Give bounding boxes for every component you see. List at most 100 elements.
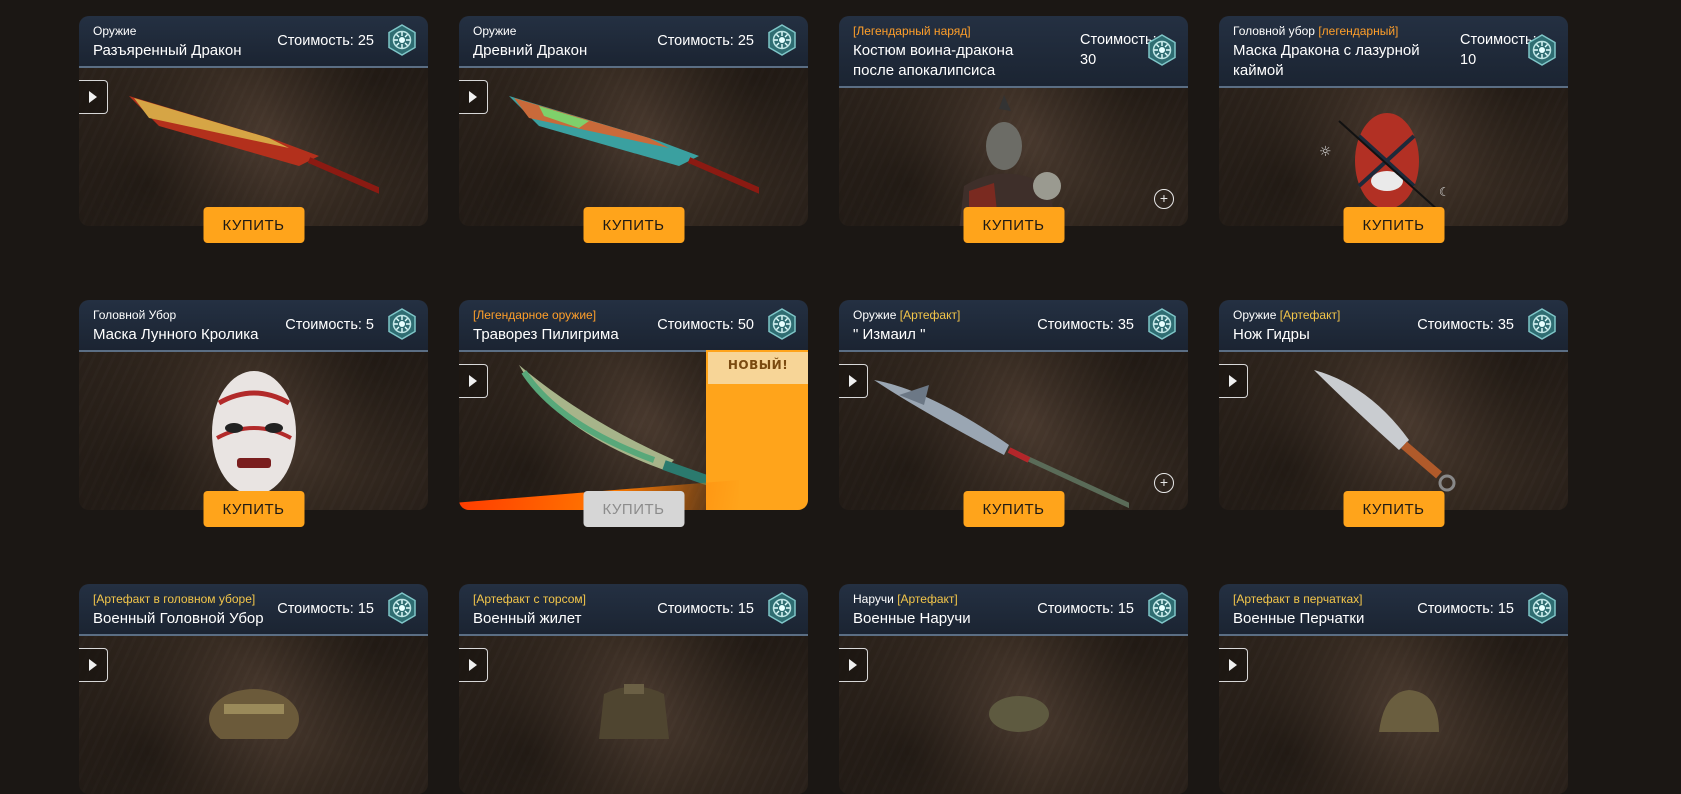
item-category: [Легендарный наряд]: [853, 24, 971, 38]
item-category: Оружие [Артефакт]: [1233, 308, 1340, 322]
item-name: " Измаил ": [853, 326, 926, 343]
item-cost: Стоимость: 25: [277, 33, 374, 49]
currency-emblem-icon: [1146, 34, 1178, 66]
buy-button[interactable]: КУПИТЬ: [1343, 491, 1444, 527]
item-category-label: Оружие: [853, 308, 897, 322]
product-card: [Артефакт с торсом] Военный жилет Стоимо…: [459, 584, 808, 794]
preview-play-button[interactable]: [79, 648, 108, 682]
sword-icon: [129, 96, 379, 194]
item-category: Головной Убор: [93, 308, 177, 322]
item-category-label: Наручи: [853, 592, 894, 606]
item-tag: [Легендарный наряд]: [853, 24, 971, 38]
item-cost: Стоимость: 25: [657, 33, 754, 49]
vest-icon: [599, 684, 669, 739]
currency-emblem-icon: [386, 592, 418, 624]
preview-play-button[interactable]: [459, 648, 488, 682]
card-header: Оружие [Артефакт] Нож Гидры Стоимость: 3…: [1219, 300, 1568, 352]
item-category-label: Головной убор: [1233, 24, 1315, 38]
buy-button[interactable]: КУПИТЬ: [583, 491, 684, 527]
new-badge: НОВЫЙ!: [708, 352, 808, 384]
product-card: Наручи [Артефакт] Военные Наручи Стоимос…: [839, 584, 1188, 794]
item-cost: Стоимость: 15: [277, 601, 374, 617]
buy-button[interactable]: КУПИТЬ: [203, 491, 304, 527]
rabbit-mask-icon: [212, 371, 296, 495]
item-tag: [легендарный]: [1318, 24, 1399, 38]
item-category-label: Оружие: [1233, 308, 1277, 322]
item-name: Военные Наручи: [853, 610, 971, 627]
card-header: [Артефакт с торсом] Военный жилет Стоимо…: [459, 584, 808, 636]
product-card: Оружие [Артефакт] Нож Гидры Стоимость: 3…: [1219, 300, 1568, 527]
card-header: [Артефакт в головном уборе] Военный Голо…: [79, 584, 428, 636]
product-card: Оружие Разъяренный Дракон Стоимость: 25 …: [79, 16, 428, 243]
currency-emblem-icon: [386, 24, 418, 56]
product-card: [Легендарный наряд] Костюм воина-дракона…: [839, 16, 1188, 243]
zoom-in-icon[interactable]: +: [1154, 189, 1174, 209]
item-name: Траворез Пилигрима: [473, 326, 619, 343]
card-header: Оружие Древний Дракон Стоимость: 25: [459, 16, 808, 68]
warrior-outfit-icon: [959, 95, 1061, 226]
item-name: Маска Дракона с лазурной каймой: [1233, 42, 1420, 79]
currency-emblem-icon: [1526, 34, 1558, 66]
gloves-icon: [1379, 690, 1439, 732]
sword-icon: [509, 96, 759, 194]
item-tag: [Артефакт]: [899, 308, 961, 322]
product-card: Головной убор [легендарный] Маска Дракон…: [1219, 16, 1568, 243]
item-tag: [Артефакт]: [897, 592, 958, 606]
zoom-in-icon[interactable]: +: [1154, 473, 1174, 493]
card-header: [Легендарное оружие] Траворез Пилигрима …: [459, 300, 808, 352]
item-name: Военный жилет: [473, 610, 582, 627]
currency-emblem-icon: [1146, 308, 1178, 340]
item-tag: [Артефакт с торсом]: [473, 592, 586, 606]
product-card: Оружие [Артефакт] " Измаил " Стоимость: …: [839, 300, 1188, 527]
item-tag: [Артефакт в перчатках]: [1233, 592, 1363, 606]
item-category: [Артефакт в перчатках]: [1233, 592, 1363, 606]
item-cost: Стоимость: 35: [1417, 317, 1514, 333]
buy-button[interactable]: КУПИТЬ: [1343, 207, 1444, 243]
item-name: Военные Перчатки: [1233, 610, 1365, 627]
item-cost: Стоимость: 50: [657, 317, 754, 333]
card-header: [Легендарный наряд] Костюм воина-дракона…: [839, 16, 1188, 88]
preview-play-button[interactable]: [839, 364, 868, 398]
card-header: Оружие Разъяренный Дракон Стоимость: 25: [79, 16, 428, 68]
item-name: Древний Дракон: [473, 42, 588, 59]
item-tag: [Легендарное оружие]: [473, 308, 597, 322]
svg-text:☼: ☼: [1319, 144, 1332, 160]
card-header: Наручи [Артефакт] Военные Наручи Стоимос…: [839, 584, 1188, 636]
preview-play-button[interactable]: [1219, 648, 1248, 682]
item-tag: [Артефакт]: [1279, 308, 1341, 322]
item-tag: [Артефакт в головном уборе]: [93, 592, 256, 606]
card-header: Головной убор [легендарный] Маска Дракон…: [1219, 16, 1568, 88]
svg-text:☾: ☾: [1439, 185, 1450, 199]
product-card: Головной Убор Маска Лунного Кролика Стои…: [79, 300, 428, 527]
helmet-icon: [209, 689, 299, 739]
preview-play-button[interactable]: [79, 80, 108, 114]
preview-play-button[interactable]: [1219, 364, 1248, 398]
item-category: [Артефакт с торсом]: [473, 592, 586, 606]
item-category: Головной убор [легендарный]: [1233, 24, 1398, 38]
preview-play-button[interactable]: [459, 364, 488, 398]
currency-emblem-icon: [1146, 592, 1178, 624]
preview-play-button[interactable]: [459, 80, 488, 114]
currency-emblem-icon: [766, 24, 798, 56]
card-header: Оружие [Артефакт] " Измаил " Стоимость: …: [839, 300, 1188, 352]
glaive-icon: [874, 380, 1129, 509]
currency-emblem-icon: [1526, 308, 1558, 340]
currency-emblem-icon: [766, 592, 798, 624]
item-category: [Артефакт в головном уборе]: [93, 592, 255, 606]
item-category: [Легендарное оружие]: [473, 308, 596, 322]
buy-button[interactable]: КУПИТЬ: [963, 491, 1064, 527]
item-cost: Стоимость: 35: [1037, 317, 1134, 333]
buy-button[interactable]: КУПИТЬ: [963, 207, 1064, 243]
item-name: Маска Лунного Кролика: [93, 326, 259, 343]
currency-emblem-icon: [386, 308, 418, 340]
product-card: [Артефакт в головном уборе] Военный Голо…: [79, 584, 428, 794]
item-name: Костюм воина-дракона после апокалипсиса: [853, 42, 1014, 79]
buy-button[interactable]: КУПИТЬ: [203, 207, 304, 243]
buy-button[interactable]: КУПИТЬ: [583, 207, 684, 243]
card-header: [Артефакт в перчатках] Военные Перчатки …: [1219, 584, 1568, 636]
item-cost: Стоимость: 15: [1037, 601, 1134, 617]
card-header: Головной Убор Маска Лунного Кролика Стои…: [79, 300, 428, 352]
knife-icon: [1314, 370, 1456, 492]
preview-play-button[interactable]: [839, 648, 868, 682]
item-category: Наручи [Артефакт]: [853, 592, 958, 606]
